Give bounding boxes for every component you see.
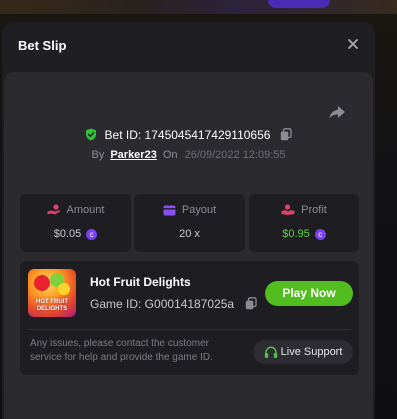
game-id: Game ID: G00014187025a (90, 296, 235, 311)
stat-profit-label: Profit (301, 204, 327, 217)
coins-hand-icon (47, 204, 60, 215)
stat-profit: Profit $0.95 c (249, 194, 359, 252)
game-thumbnail-logo: HOT FRUIT DELIGHTS (36, 299, 68, 312)
stat-amount-value: $0.05 (53, 228, 82, 241)
verified-shield-icon (86, 128, 97, 141)
close-icon (348, 39, 358, 49)
stat-payout: Payout 20 x (134, 194, 245, 252)
coin-icon: c (86, 228, 98, 240)
close-button[interactable] (345, 36, 361, 52)
username-link[interactable]: Parker23 (110, 149, 157, 161)
stat-payout-value: 20 x (179, 228, 200, 241)
share-button[interactable] (327, 102, 347, 122)
by-label: By (91, 149, 105, 161)
fruit-graphic (58, 283, 70, 295)
game-id-row: Game ID: G00014187025a (90, 296, 258, 311)
support-note: Any issues, please contact the customer … (30, 338, 213, 363)
bet-author-row: By Parker23 On 26/09/2022 12:09:55 (4, 149, 373, 161)
stat-profit-value: $0.95 (282, 228, 310, 241)
profit-hand-icon (281, 204, 295, 216)
bet-slip-modal: Bet Slip Bet ID: 1745045417429110656 By … (2, 22, 375, 419)
play-now-button[interactable]: Play Now (265, 281, 353, 306)
copy-icon[interactable] (245, 297, 258, 310)
stat-payout-label: Payout (181, 204, 217, 217)
bet-details-panel: Bet ID: 1745045417429110656 By Parker23 On… (4, 72, 373, 419)
bet-stats: Amount $0.05 c Payout 20 x Profit $0.95 … (20, 194, 359, 252)
modal-header: Bet Slip (2, 22, 375, 70)
share-icon (329, 106, 345, 119)
stat-amount-label: Amount (66, 204, 105, 217)
copy-icon[interactable] (280, 128, 292, 141)
stat-amount: Amount $0.05 c (20, 194, 131, 252)
live-support-button[interactable]: Live Support (253, 340, 353, 364)
headset-icon (264, 346, 277, 358)
game-name: Hot Fruit Delights (90, 275, 191, 289)
backdrop-button (268, 0, 330, 8)
modal-title: Bet Slip (18, 38, 67, 53)
divider (28, 329, 351, 330)
game-card: HOT FRUIT DELIGHTS Hot Fruit Delights Ga… (20, 261, 359, 375)
fruit-graphic (34, 275, 50, 291)
bet-id-row: Bet ID: 1745045417429110656 (4, 127, 373, 142)
backdrop-header-strip (0, 0, 397, 14)
coin-icon: c (314, 228, 326, 240)
bet-timestamp: 26/09/2022 12:09:55 (184, 149, 286, 161)
on-label: On (162, 149, 178, 161)
live-support-label: Live Support (280, 346, 343, 359)
game-thumbnail[interactable]: HOT FRUIT DELIGHTS (28, 269, 76, 317)
bet-id: Bet ID: 1745045417429110656 (104, 127, 271, 142)
wallet-icon (163, 205, 176, 216)
